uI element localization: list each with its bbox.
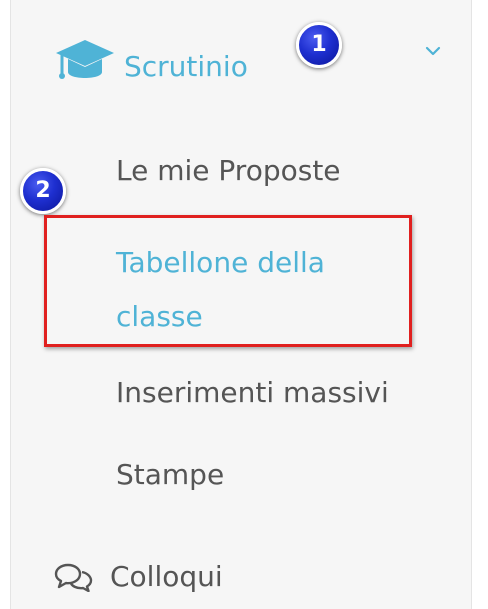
menu-item-tabellone-della-classe[interactable]: Tabellone della classe: [116, 236, 396, 344]
chevron-down-icon[interactable]: [422, 40, 444, 62]
menu-item-le-mie-proposte[interactable]: Le mie Proposte: [116, 154, 341, 187]
menu-section-label: Scrutinio: [124, 50, 248, 83]
graduation-cap-icon: [56, 40, 114, 79]
menu-item-stampe[interactable]: Stampe: [116, 458, 224, 491]
step-badge-2: 2: [20, 168, 66, 214]
step-badge-1: 1: [296, 22, 342, 68]
menu-section-colloqui-label: Colloqui: [110, 560, 223, 593]
comments-icon: [54, 563, 93, 592]
menu-item-inserimenti-massivi[interactable]: Inserimenti massivi: [116, 376, 389, 409]
menu-section-scrutinio[interactable]: Scrutinio: [54, 34, 454, 94]
